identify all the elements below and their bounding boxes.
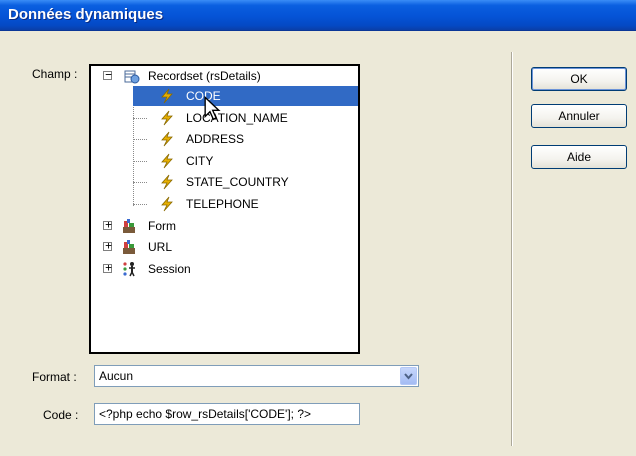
tree-item-code[interactable]: CODE <box>133 86 358 106</box>
window-title: Données dynamiques <box>8 6 164 23</box>
expand-icon[interactable]: + <box>103 239 112 252</box>
code-field[interactable]: <?php echo $row_rsDetails['CODE']; ?> <box>94 403 360 425</box>
tree-item-location-name[interactable]: LOCATION_NAME <box>133 108 358 128</box>
mouse-pointer-icon <box>204 96 221 121</box>
ok-button[interactable]: OK <box>531 67 627 91</box>
field-label: Champ : <box>32 67 78 81</box>
tree-item-address[interactable]: ADDRESS <box>133 129 358 149</box>
data-source-tree[interactable]: − Recordset (rsDetails) CODE LOCATION_NA… <box>89 64 360 354</box>
expand-icon[interactable]: + <box>103 261 112 274</box>
tree-item-state-country[interactable]: STATE_COUNTRY <box>133 172 358 192</box>
field-label: ADDRESS <box>186 132 245 146</box>
expand-icon[interactable]: + <box>103 218 112 231</box>
tree-item-label: Session <box>148 262 191 276</box>
lightning-icon <box>161 174 173 190</box>
lightning-icon <box>161 88 173 104</box>
form-icon <box>123 219 135 233</box>
title-bar[interactable]: Données dynamiques <box>0 0 636 31</box>
field-label: STATE_COUNTRY <box>186 175 289 189</box>
tree-item-form[interactable]: + Form <box>91 216 358 236</box>
field-label: LOCATION_NAME <box>186 111 288 125</box>
session-icon <box>123 262 135 277</box>
help-button[interactable]: Aide <box>531 145 627 169</box>
lightning-icon <box>161 196 173 212</box>
field-label: CITY <box>186 154 214 168</box>
code-field-value: <?php echo $row_rsDetails['CODE']; ?> <box>99 407 312 421</box>
tree-item-recordset[interactable]: − Recordset (rsDetails) <box>91 66 358 86</box>
tree-item-label: Form <box>148 219 176 233</box>
lightning-icon <box>161 153 173 169</box>
chevron-down-icon[interactable] <box>400 367 417 385</box>
lightning-icon <box>161 110 173 126</box>
recordset-icon <box>124 70 140 84</box>
code-label: Code : <box>43 408 79 422</box>
url-icon <box>123 240 135 254</box>
tree-item-label: Recordset (rsDetails) <box>148 69 261 83</box>
tree-item-telephone[interactable]: TELEPHONE <box>133 194 358 214</box>
tree-item-session[interactable]: + Session <box>91 259 358 279</box>
collapse-icon[interactable]: − <box>103 68 112 81</box>
format-label: Format : <box>32 370 77 384</box>
format-select-value: Aucun <box>99 369 134 383</box>
panel-divider <box>511 52 513 446</box>
tree-item-city[interactable]: CITY <box>133 151 358 171</box>
tree-item-label: URL <box>148 240 173 254</box>
lightning-icon <box>161 131 173 147</box>
tree-item-url[interactable]: + URL <box>91 237 358 257</box>
cancel-button[interactable]: Annuler <box>531 104 627 128</box>
format-select[interactable]: Aucun <box>94 365 419 387</box>
field-label: TELEPHONE <box>186 197 259 211</box>
